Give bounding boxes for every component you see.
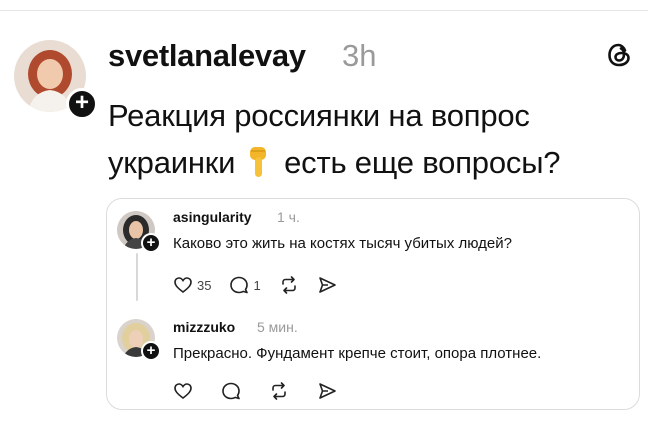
reply2-actions (173, 381, 355, 401)
reply1-repost-button[interactable] (279, 275, 299, 295)
comment-bubble-icon (230, 276, 249, 294)
repost-icon (272, 382, 286, 400)
heart-icon (174, 277, 192, 294)
reply1-actions: 35 1 (173, 275, 355, 295)
post-text: Реакция россиянки на вопрос украинки ест… (108, 92, 643, 186)
reply2-timestamp: 5 мин. (257, 319, 298, 335)
reply1-comment-button[interactable]: 1 (229, 275, 261, 295)
reply2-share-button[interactable] (317, 381, 337, 401)
reply1-comment-count: 1 (253, 277, 261, 293)
reply1-follow-plus-badge[interactable]: + (141, 233, 161, 253)
reply2-follow-plus-badge[interactable]: + (141, 341, 161, 361)
heart-icon (174, 383, 192, 400)
reply2-like-button[interactable] (173, 381, 193, 401)
post-text-line-2-end: есть еще вопросы? (284, 145, 561, 180)
post-text-line-1: Реакция россиянки на вопрос (108, 98, 530, 133)
comment-bubble-icon (222, 382, 240, 400)
reply1-text: Каково это жить на костях тысяч убитых л… (173, 235, 512, 252)
send-icon (318, 277, 336, 293)
threads-logo-icon[interactable] (604, 40, 634, 70)
top-divider (0, 10, 648, 11)
reply1-share-button[interactable] (317, 275, 337, 295)
reply1-like-button[interactable]: 35 (173, 275, 211, 295)
post-text-line-2: украинки есть еще вопросы? (108, 139, 643, 186)
thread-connector-line (136, 253, 138, 301)
reply2-username[interactable]: mizzzuko (173, 319, 235, 335)
quoted-thread-card[interactable]: + asingularity 1 ч. Каково это жить на к… (106, 198, 640, 410)
pointing-down-hand-emoji-icon (249, 147, 266, 177)
send-icon (319, 383, 336, 399)
reply1-username[interactable]: asingularity (173, 209, 252, 225)
author-username[interactable]: svetlanalevay (108, 38, 306, 74)
reply1-like-count: 35 (197, 277, 212, 293)
repost-icon (281, 276, 296, 294)
follow-plus-badge[interactable]: + (66, 88, 98, 120)
post-timestamp: 3h (342, 38, 377, 73)
reply2-comment-button[interactable] (221, 381, 241, 401)
reply2-repost-button[interactable] (269, 381, 289, 401)
reply1-timestamp: 1 ч. (277, 209, 300, 225)
reply2-text: Прекрасно. Фундамент крепче стоит, опора… (173, 345, 542, 362)
post-text-line-2-start: украинки (108, 145, 236, 180)
